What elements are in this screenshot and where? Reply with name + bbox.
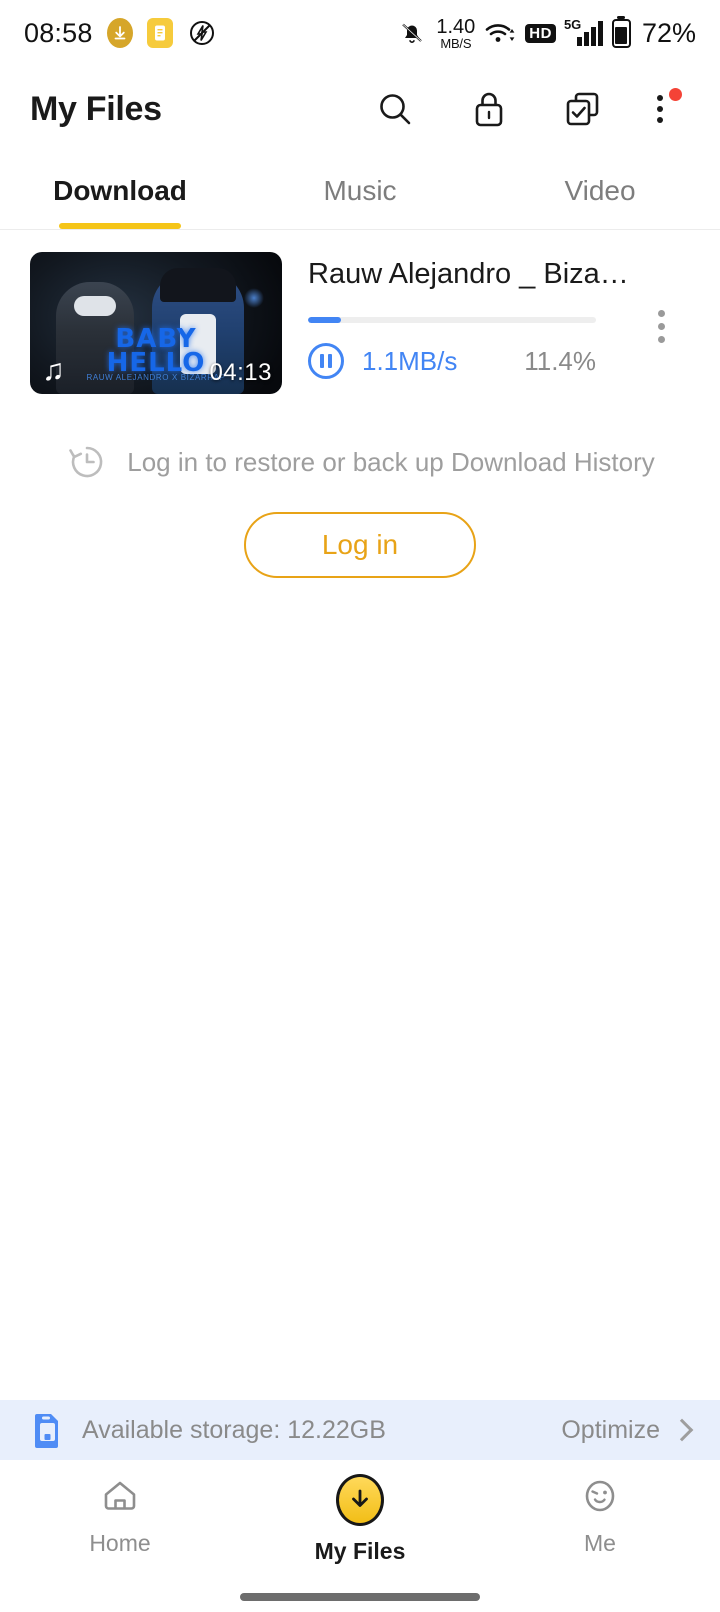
status-bar: 08:58 1.40 MB/S HD 5G 72% [0, 0, 720, 66]
note-badge-icon [146, 18, 173, 48]
download-progress-fill [308, 317, 341, 323]
thumbnail-glow [244, 288, 264, 308]
tab-download[interactable]: Download [0, 152, 240, 229]
optimize-button[interactable]: Optimize [561, 1415, 694, 1445]
download-meta: 1.1MB/s 11.4% [308, 343, 596, 379]
nav-item-my-files[interactable]: My Files [240, 1474, 480, 1565]
login-button-wrap: Log in [0, 512, 720, 578]
status-time: 08:58 [24, 17, 93, 48]
status-bar-left: 08:58 [24, 18, 217, 49]
storage-banner[interactable]: Available storage: 12.22GB Optimize [0, 1400, 720, 1460]
download-badge-icon [106, 18, 133, 48]
more-options-icon [657, 95, 663, 123]
tab-music-label: Music [323, 174, 397, 206]
item-more-button[interactable] [632, 252, 690, 343]
tab-video-label: Video [564, 174, 636, 206]
thumbnail-subtitle: RAUW ALEJANDRO X BIZARRAP [86, 373, 226, 382]
login-button[interactable]: Log in [244, 512, 476, 578]
restore-text: Log in to restore or back up Download Hi… [127, 446, 655, 477]
battery-icon [611, 18, 631, 48]
status-bar-right: 1.40 MB/S HD 5G 72% [397, 17, 696, 50]
video-thumbnail[interactable]: BABY HELLO RAUW ALEJANDRO X BIZARRAP ♫ 0… [30, 252, 282, 394]
download-progress-bar [308, 317, 596, 323]
nav-item-me-label: Me [584, 1530, 616, 1556]
notification-dot [669, 88, 682, 101]
home-icon [104, 1481, 136, 1510]
tab-music[interactable]: Music [240, 152, 480, 229]
network-type-label: 5G [563, 16, 582, 32]
bell-muted-icon [402, 23, 423, 43]
face-icon [585, 1480, 615, 1512]
bottom-navigation: Home My Files Me [0, 1460, 720, 1582]
lock-icon [475, 92, 503, 127]
nav-item-home-label: Home [89, 1530, 151, 1556]
download-info: Rauw Alejandro _ Biza… 1.1MB/s 11.4% [282, 252, 632, 379]
optimize-label: Optimize [561, 1415, 660, 1444]
network-speed: 1.40 MB/S [436, 17, 475, 50]
download-file-name: Rauw Alejandro _ Biza… [308, 258, 629, 290]
nav-item-me[interactable]: Me [480, 1474, 720, 1557]
download-speed: 1.1MB/s [362, 345, 458, 376]
battery-percent: 72% [641, 17, 696, 48]
pause-button[interactable] [308, 343, 344, 379]
download-circle-icon [336, 1474, 384, 1526]
wifi-icon [485, 24, 515, 42]
network-speed-value: 1.40 [436, 15, 476, 38]
storage-text: Available storage: 12.22GB [82, 1415, 386, 1444]
video-duration: 04:13 [209, 359, 272, 386]
page-title: My Files [30, 89, 162, 128]
chevron-right-icon [670, 1418, 694, 1442]
music-note-icon: ♫ [42, 354, 65, 387]
tab-download-label: Download [53, 174, 187, 206]
history-clock-icon [69, 446, 103, 478]
app-screen: 08:58 1.40 MB/S HD 5G 72% My Files Downl… [0, 0, 720, 1612]
tab-video[interactable]: Video [480, 152, 720, 229]
home-indicator[interactable] [0, 1582, 720, 1612]
select-copy-icon [566, 92, 599, 126]
header-actions [348, 66, 690, 152]
hd-badge: HD [525, 23, 556, 43]
download-list-item[interactable]: BABY HELLO RAUW ALEJANDRO X BIZARRAP ♫ 0… [0, 230, 720, 408]
search-button[interactable] [348, 66, 442, 152]
more-options-button[interactable] [630, 66, 690, 152]
search-icon [380, 94, 411, 125]
nav-item-my-files-label: My Files [314, 1538, 406, 1564]
app-header: My Files [0, 66, 720, 152]
network-speed-unit: MB/S [440, 35, 472, 51]
download-percent: 11.4% [524, 345, 596, 376]
tab-bar: Download Music Video [0, 152, 720, 230]
nav-item-home[interactable]: Home [0, 1474, 240, 1557]
private-lock-button[interactable] [442, 66, 536, 152]
select-button[interactable] [536, 66, 630, 152]
no-flash-icon [187, 18, 217, 48]
sd-card-icon [35, 1414, 58, 1448]
signal-bars-icon: 5G [564, 17, 603, 46]
restore-banner: Log in to restore or back up Download Hi… [0, 440, 720, 484]
